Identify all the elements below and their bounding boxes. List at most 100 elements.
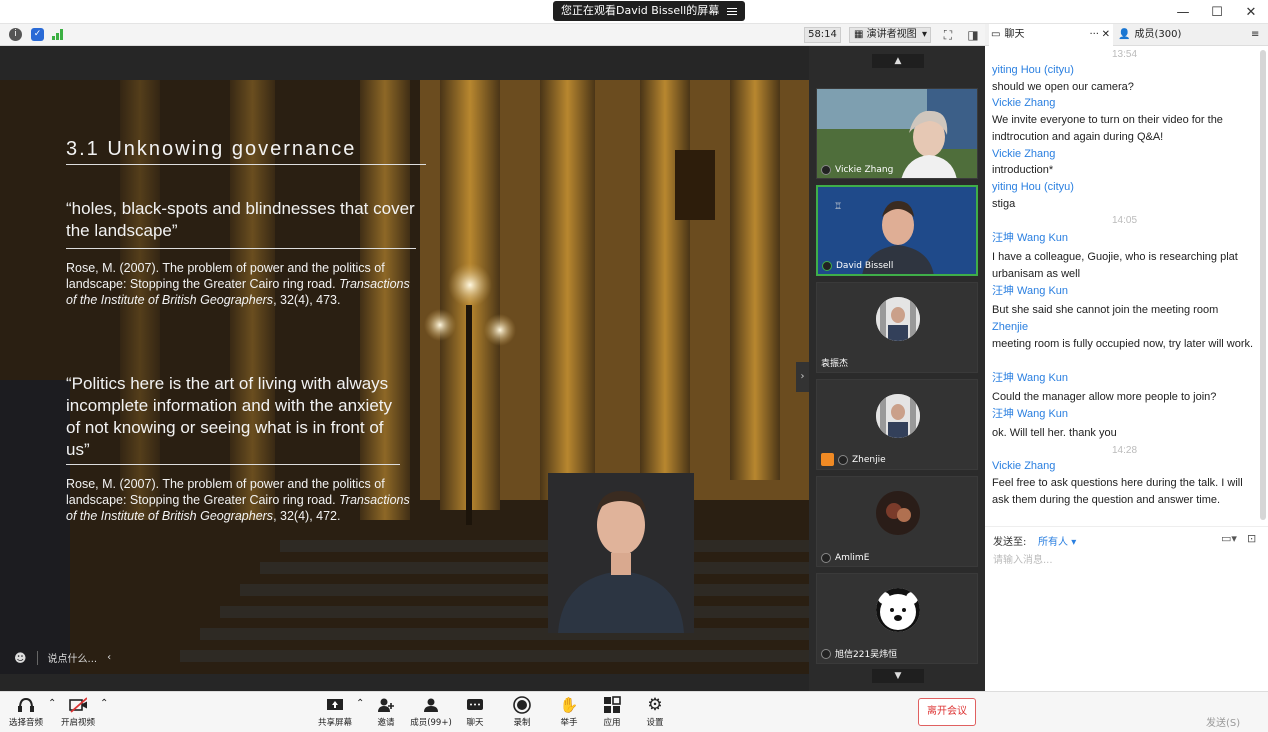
shared-screen-stage: 3.1 Unknowing governance “holes, black-s… bbox=[0, 46, 809, 691]
audio-button[interactable]: 选择音频 bbox=[6, 696, 46, 728]
shield-icon[interactable]: ✓ bbox=[31, 28, 44, 41]
emoji-icon[interactable]: ☻ bbox=[14, 651, 27, 665]
bottom-toolbar: 选择音频 ⌃ 开启视频 ⌃ 共享屏幕 ⌃ 邀请 成员(99+) 聊天 录制 ✋ … bbox=[0, 691, 1268, 732]
apps-button[interactable]: 应用 bbox=[592, 696, 632, 728]
close-icon[interactable]: ✕ bbox=[1102, 24, 1110, 46]
share-screen-button[interactable]: 共享屏幕 bbox=[315, 696, 355, 728]
bear-avatar-image bbox=[876, 588, 920, 632]
participant-name: 旭信221吴炜恒 bbox=[835, 650, 898, 660]
ref1-text: Rose, M. (2007). The problem of power an… bbox=[66, 261, 385, 291]
participant-tile[interactable]: 旭信221吴炜恒 bbox=[816, 573, 978, 664]
maximize-button[interactable]: ☐ bbox=[1200, 0, 1234, 24]
expand-thumbs-button[interactable]: › bbox=[796, 362, 809, 392]
members-icon: 👤 bbox=[1118, 29, 1131, 40]
ref1-tail: , 32(4), 473. bbox=[273, 293, 341, 307]
participant-thumbnails: ▲ Vickie Zhang ♖ David Bissell 袁振杰 Zhenj… bbox=[809, 46, 985, 691]
chat-input-area: 发送至: 所有人 ▾ ▭▾ ⊡ 请输入消息... bbox=[985, 526, 1268, 691]
signal-icon[interactable] bbox=[52, 29, 64, 40]
slide-rule-3 bbox=[66, 464, 400, 465]
meeting-toolbar: i ✓ 58:14 ▦ 演讲者视图 ▾ ⛶ ◨ bbox=[0, 24, 985, 46]
message-sender[interactable]: Vickie Zhang bbox=[992, 146, 1257, 163]
message-sender[interactable]: yiting Hou (cityu) bbox=[992, 179, 1257, 196]
chat-button[interactable]: 聊天 bbox=[455, 696, 495, 728]
minimize-button[interactable]: — bbox=[1166, 0, 1200, 24]
message-sender[interactable]: 汪坤 Wang Kun bbox=[992, 406, 1257, 423]
tab-chat-label: 聊天 bbox=[1004, 29, 1025, 40]
message-sender[interactable]: yiting Hou (cityu) bbox=[992, 62, 1257, 79]
message-text: ok. Will tell her. thank you bbox=[992, 427, 1117, 439]
tab-chat[interactable]: ▭ 聊天 ··· ✕ bbox=[989, 24, 1113, 46]
message-input[interactable]: 请输入消息... bbox=[993, 551, 1053, 566]
message-text: Could the manager allow more people to j… bbox=[992, 391, 1217, 403]
chevron-up-icon[interactable]: ⌃ bbox=[356, 698, 364, 709]
view-mode-select[interactable]: ▦ 演讲者视图 ▾ bbox=[849, 27, 931, 43]
layout-toggle-icon[interactable]: ◨ bbox=[965, 27, 981, 43]
settings-button[interactable]: ⚙ 设置 bbox=[635, 695, 675, 728]
divider bbox=[36, 650, 38, 665]
message-sender[interactable]: Zhenjie bbox=[992, 319, 1257, 336]
scroll-up-button[interactable]: ▲ bbox=[872, 54, 924, 68]
panel-menu-icon[interactable]: ≡ bbox=[1251, 24, 1259, 46]
view-mode-icon: ▦ bbox=[854, 29, 867, 40]
send-to-select[interactable]: 所有人 ▾ bbox=[1038, 533, 1076, 548]
fullscreen-icon[interactable]: ⛶ bbox=[940, 27, 956, 43]
screenshot-icon[interactable]: ⊡ bbox=[1247, 532, 1256, 545]
record-icon bbox=[513, 696, 531, 714]
chat-label: 聊天 bbox=[466, 718, 484, 728]
apps-icon bbox=[603, 696, 621, 714]
mic-muted-icon bbox=[821, 648, 831, 659]
participant-tile[interactable]: Zhenjie bbox=[816, 379, 978, 470]
audio-label: 选择音频 bbox=[8, 718, 43, 728]
share-notice-text: 您正在观看David Bissell的屏幕 bbox=[561, 4, 720, 17]
invite-button[interactable]: 邀请 bbox=[366, 696, 406, 728]
presenter-video-overlay bbox=[548, 473, 694, 633]
slide-background-image: 3.1 Unknowing governance “holes, black-s… bbox=[0, 80, 809, 674]
mic-muted-icon bbox=[838, 454, 848, 465]
participant-tile-active-speaker[interactable]: ♖ David Bissell bbox=[816, 185, 978, 276]
hand-icon: ✋ bbox=[559, 696, 579, 714]
meeting-timer: 58:14 bbox=[804, 27, 841, 43]
message-sender[interactable]: Vickie Zhang bbox=[992, 458, 1257, 475]
message-sender[interactable]: Vickie Zhang bbox=[992, 95, 1257, 112]
user-icon bbox=[821, 453, 834, 466]
message-text: I have a colleague, Guojie, who is resea… bbox=[992, 251, 1238, 280]
stage-chat-input[interactable]: 说点什么... bbox=[48, 650, 98, 665]
participant-tile[interactable]: 袁振杰 bbox=[816, 282, 978, 373]
tab-members[interactable]: 👤 成员(300) bbox=[1116, 24, 1240, 46]
slide-quote-2: “Politics here is the art of living with… bbox=[66, 374, 393, 459]
participant-tile[interactable]: Vickie Zhang bbox=[816, 88, 978, 179]
message-sender[interactable]: 汪坤 Wang Kun bbox=[992, 370, 1257, 387]
stage-chat-bar[interactable]: ☻ 说点什么... ‹ bbox=[14, 650, 111, 665]
record-label: 录制 bbox=[513, 718, 531, 728]
close-button[interactable]: ✕ bbox=[1234, 0, 1268, 24]
send-to-label: 发送至: bbox=[993, 537, 1027, 548]
view-mode-label: 演讲者视图 bbox=[866, 29, 917, 40]
scroll-down-button[interactable]: ▼ bbox=[872, 669, 924, 683]
video-button[interactable]: 开启视频 bbox=[58, 696, 98, 728]
slide-quote-1: “holes, black-spots and blindnesses that… bbox=[66, 199, 415, 240]
chevron-right-icon: › bbox=[800, 371, 805, 382]
info-icon[interactable]: i bbox=[9, 28, 22, 41]
chevron-up-icon[interactable]: ⌃ bbox=[48, 698, 56, 709]
raise-hand-button[interactable]: ✋ 举手 bbox=[549, 696, 589, 728]
chat-scrollbar[interactable] bbox=[1260, 50, 1266, 520]
message-sender[interactable]: 汪坤 Wang Kun bbox=[992, 283, 1257, 300]
ref2-text: Rose, M. (2007). The problem of power an… bbox=[66, 477, 385, 507]
leave-meeting-button[interactable]: 离开会议 bbox=[918, 698, 976, 726]
message-sender[interactable]: 汪坤 Wang Kun bbox=[992, 230, 1257, 247]
record-button[interactable]: 录制 bbox=[502, 696, 542, 728]
chat-messages[interactable]: 13:54 yiting Hou (cityu) should we open … bbox=[985, 46, 1268, 526]
chevron-down-icon: ▾ bbox=[921, 29, 927, 40]
message-text: meeting room is fully occupied now, try … bbox=[992, 338, 1254, 350]
members-button[interactable]: 成员(99+) bbox=[408, 696, 454, 728]
menu-icon[interactable] bbox=[727, 7, 738, 15]
raise-hand-label: 举手 bbox=[560, 718, 578, 728]
send-button[interactable]: 发送(S) bbox=[1206, 714, 1240, 729]
file-icon[interactable]: ▭▾ bbox=[1221, 532, 1237, 545]
share-notice[interactable]: 您正在观看David Bissell的屏幕 bbox=[553, 1, 746, 21]
chevron-left-icon[interactable]: ‹ bbox=[107, 652, 111, 663]
chat-icon bbox=[466, 696, 484, 714]
chevron-up-icon[interactable]: ⌃ bbox=[100, 698, 108, 709]
participant-tile[interactable]: AmlimE bbox=[816, 476, 978, 567]
more-icon[interactable]: ··· bbox=[1089, 24, 1099, 46]
